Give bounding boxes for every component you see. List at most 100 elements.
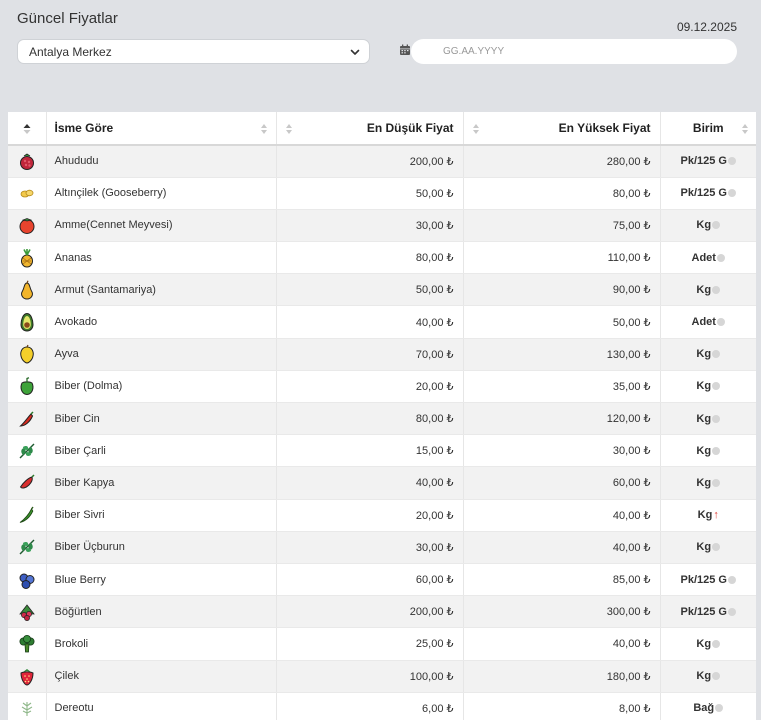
product-icon-cell (8, 627, 47, 661)
trend-toggle-icon[interactable] (712, 285, 721, 294)
unit-cell: Kg (660, 273, 756, 307)
min-price: 30,00 ₺ (276, 209, 464, 243)
date-input[interactable] (411, 39, 737, 64)
trend-toggle-icon[interactable] (712, 382, 721, 391)
trend-toggle-icon[interactable] (712, 221, 721, 230)
product-icon-cell (8, 434, 47, 468)
trend-toggle-icon[interactable] (716, 318, 725, 327)
product-icon-cell (8, 595, 47, 629)
table-row[interactable]: Ananas 80,00 ₺ 110,00 ₺ Adet (8, 241, 756, 275)
product-icon-cell (8, 692, 47, 720)
max-price: 40,00 ₺ (463, 531, 661, 564)
max-price: 8,00 ₺ (463, 692, 661, 720)
unit-cell: Kg (660, 660, 756, 693)
trend-toggle-icon[interactable] (712, 446, 721, 455)
max-price: 80,00 ₺ (463, 177, 661, 210)
unit-label: Pk/125 G (680, 605, 727, 618)
sort-icon (285, 124, 292, 134)
column-header-name[interactable]: İsme Göre (46, 112, 277, 146)
table-row[interactable]: Çilek 100,00 ₺ 180,00 ₺ Kg (8, 660, 756, 693)
table-row[interactable]: Altınçilek (Gooseberry) 50,00 ₺ 80,00 ₺ Pk/… (8, 177, 756, 210)
product-icon-cell (8, 177, 47, 210)
product-icon-cell (8, 241, 47, 275)
unit-label: Kg (696, 670, 712, 683)
trend-toggle-icon[interactable] (712, 639, 721, 648)
column-header-max-price[interactable]: En Yüksek Fiyat (463, 112, 661, 146)
quince-icon (20, 344, 34, 364)
table-row[interactable]: Biber Cin 80,00 ₺ 120,00 ₺ Kg (8, 402, 756, 436)
table-row[interactable]: Ahududu 200,00 ₺ 280,00 ₺ Pk/125 G (8, 145, 756, 178)
trend-toggle-icon[interactable] (712, 672, 721, 681)
column-header-unit[interactable]: Birim (660, 112, 756, 146)
trend-toggle-icon[interactable] (727, 575, 736, 584)
max-price: 90,00 ₺ (463, 273, 661, 307)
unit-cell: Bağ (660, 692, 756, 720)
column-header-name-label: İsme Göre (54, 121, 114, 135)
max-price: 35,00 ₺ (463, 370, 661, 404)
product-name: Blue Berry (46, 563, 277, 597)
trend-toggle-icon[interactable] (712, 414, 721, 423)
table-header-row: İsme Göre En Düşük Fiyat En Yüksek Fiyat… (8, 112, 756, 146)
table-row[interactable]: Amme(Cennet Meyvesi) 30,00 ₺ 75,00 ₺ Kg (8, 209, 756, 243)
product-name: Brokoli (46, 627, 277, 661)
trend-toggle-icon[interactable] (715, 704, 724, 713)
trend-toggle-icon[interactable] (716, 253, 725, 262)
sort-icon (742, 124, 748, 134)
table-row[interactable]: Blue Berry 60,00 ₺ 85,00 ₺ Pk/125 G (8, 563, 756, 597)
min-price: 200,00 ₺ (276, 145, 464, 178)
min-price: 6,00 ₺ (276, 692, 464, 720)
blackberry-icon (18, 604, 35, 621)
product-name: Armut (Santamariya) (46, 273, 277, 307)
table-row[interactable]: Biber Kapya 40,00 ₺ 60,00 ₺ Kg (8, 466, 756, 500)
trend-toggle-icon[interactable] (712, 478, 721, 487)
unit-label: Pk/125 G (680, 573, 727, 586)
min-price: 30,00 ₺ (276, 531, 464, 564)
table-row[interactable]: Biber Üçburun 30,00 ₺ 40,00 ₺ Kg (8, 531, 756, 564)
column-header-min-price[interactable]: En Düşük Fiyat (276, 112, 464, 146)
unit-label: Kg (696, 637, 712, 650)
trend-up-icon: ↑ (713, 509, 719, 522)
table-row[interactable]: Böğürtlen 200,00 ₺ 300,00 ₺ Pk/125 G (8, 595, 756, 629)
table-row[interactable]: Ayva 70,00 ₺ 130,00 ₺ Kg (8, 338, 756, 371)
max-price: 40,00 ₺ (463, 627, 661, 661)
trend-toggle-icon[interactable] (727, 607, 736, 616)
location-select[interactable]: Antalya Merkez (17, 39, 370, 64)
table-row[interactable]: Biber Sivri 20,00 ₺ 40,00 ₺ Kg↑ (8, 499, 756, 532)
table-row[interactable]: Dereotu 6,00 ₺ 8,00 ₺ Bağ (8, 692, 756, 720)
max-price: 40,00 ₺ (463, 499, 661, 532)
unit-label: Kg (696, 380, 712, 393)
trend-toggle-icon[interactable] (727, 157, 736, 166)
table-row[interactable]: Armut (Santamariya) 50,00 ₺ 90,00 ₺ Kg (8, 273, 756, 307)
chevron-down-icon (350, 49, 360, 55)
persimmon-icon (19, 218, 35, 235)
product-icon-cell (8, 305, 47, 339)
unit-label: Pk/125 G (680, 187, 727, 200)
min-price: 25,00 ₺ (276, 627, 464, 661)
avocado-icon (20, 313, 34, 332)
table-row[interactable]: Avokado 40,00 ₺ 50,00 ₺ Adet (8, 305, 756, 339)
table-row[interactable]: Biber (Dolma) 20,00 ₺ 35,00 ₺ Kg (8, 370, 756, 404)
leaf-pepper-icon (19, 539, 35, 555)
max-price: 85,00 ₺ (463, 563, 661, 597)
product-name: Ayva (46, 338, 277, 371)
trend-toggle-icon[interactable] (727, 189, 736, 198)
unit-cell: Kg (660, 531, 756, 564)
trend-toggle-icon[interactable] (712, 350, 721, 359)
product-icon-cell (8, 370, 47, 404)
min-price: 60,00 ₺ (276, 563, 464, 597)
sort-icon-header[interactable] (8, 112, 47, 146)
calendar-icon[interactable] (399, 44, 411, 56)
unit-label: Pk/125 G (680, 155, 727, 168)
unit-label: Kg (697, 509, 713, 522)
unit-label: Kg (696, 476, 712, 489)
product-name: Dereotu (46, 692, 277, 720)
min-price: 15,00 ₺ (276, 434, 464, 468)
table-row[interactable]: Biber Çarli 15,00 ₺ 30,00 ₺ Kg (8, 434, 756, 468)
table-row[interactable]: Brokoli 25,00 ₺ 40,00 ₺ Kg (8, 627, 756, 661)
product-name: Çilek (46, 660, 277, 693)
product-icon-cell (8, 402, 47, 436)
product-icon-cell (8, 145, 47, 178)
trend-toggle-icon[interactable] (712, 543, 721, 552)
product-name: Böğürtlen (46, 595, 277, 629)
product-name: Biber Üçburun (46, 531, 277, 564)
